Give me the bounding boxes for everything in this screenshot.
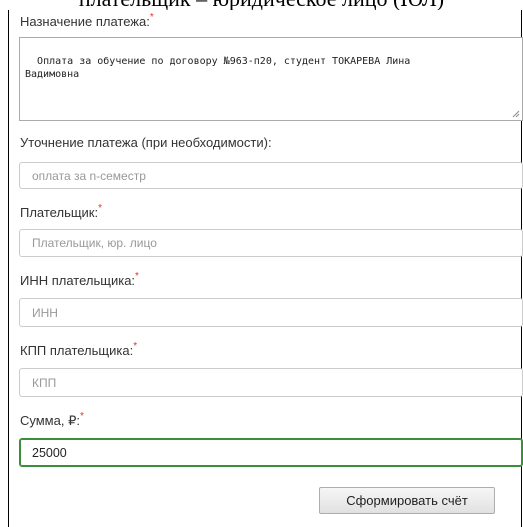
- clarification-placeholder: оплата за n-семестр: [32, 168, 146, 183]
- kpp-input[interactable]: КПП: [19, 368, 523, 397]
- inn-input[interactable]: ИНН: [19, 298, 523, 327]
- generate-invoice-label: Сформировать счёт: [346, 493, 468, 508]
- top-cropped-heading-text: плательщик – юридическое лицо (ЮЛ): [0, 0, 523, 10]
- purpose-value: Оплата за обучение по договору №963-п20,…: [25, 56, 411, 80]
- resize-grip-icon[interactable]: [512, 110, 520, 118]
- generate-invoice-button[interactable]: Сформировать счёт: [319, 487, 495, 514]
- purpose-label: Назначение платежа:*: [20, 12, 154, 29]
- payer-label: Плательщик:*: [20, 203, 103, 220]
- clarification-input[interactable]: оплата за n-семестр: [19, 162, 523, 189]
- required-mark: *: [79, 411, 84, 422]
- clarification-label: Уточнение платежа (при необходимости):: [20, 135, 272, 150]
- amount-input[interactable]: 25000: [19, 438, 523, 467]
- required-mark: *: [98, 203, 103, 214]
- kpp-label: КПП плательщика:*: [20, 341, 138, 358]
- required-mark: *: [135, 271, 139, 282]
- required-mark: *: [149, 12, 154, 23]
- purpose-textarea[interactable]: Оплата за обучение по договору №963-п20,…: [19, 37, 523, 121]
- top-cropped-heading: плательщик – юридическое лицо (ЮЛ): [0, 0, 523, 10]
- kpp-placeholder: КПП: [32, 375, 57, 390]
- amount-label: Сумма, ₽:*: [20, 411, 84, 428]
- payer-placeholder: Плательщик, юр. лицо: [32, 236, 157, 250]
- required-mark: *: [133, 341, 138, 352]
- amount-value: 25000: [32, 445, 67, 460]
- inn-placeholder: ИНН: [32, 305, 58, 320]
- payer-input[interactable]: Плательщик, юр. лицо: [19, 229, 523, 257]
- inn-label: ИНН плательщика:*: [20, 271, 139, 288]
